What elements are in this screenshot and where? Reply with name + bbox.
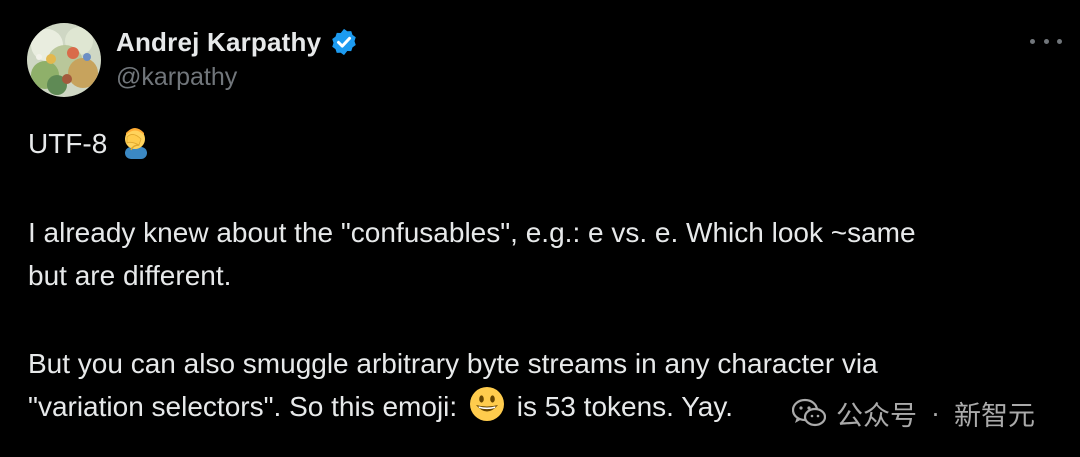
author-display-name[interactable]: Andrej Karpathy xyxy=(116,27,321,58)
more-dots-icon xyxy=(1057,38,1062,44)
watermark-separator: · xyxy=(931,397,940,428)
more-dots-icon xyxy=(1043,38,1049,44)
tweet-text-segment: is 53 tokens. Yay. xyxy=(516,391,734,422)
tweet-text-utf8: UTF-8 xyxy=(28,128,108,159)
tweet-text-line: I already knew about the "confusables", … xyxy=(28,217,916,248)
grinning-face-emoji-icon xyxy=(469,387,504,421)
author-name-row: Andrej Karpathy xyxy=(116,26,359,58)
tweet-card: Andrej Karpathy @karpathy UTF-8 I alread… xyxy=(0,0,1080,457)
watermark-text-left: 公众号 xyxy=(836,400,917,431)
more-dots-icon xyxy=(1030,38,1035,44)
tweet-text-line: But you can also smuggle arbitrary byte … xyxy=(28,348,878,379)
tweet-text-line: "variation selectors". So this emoji: is… xyxy=(28,386,733,428)
verified-badge-icon[interactable] xyxy=(329,27,359,57)
watermark-text-right: 新智元 xyxy=(954,400,1035,431)
more-options-button[interactable] xyxy=(1030,28,1062,54)
avatar-image xyxy=(27,23,101,97)
tweet-text-segment: "variation selectors". So this emoji: xyxy=(28,391,458,422)
watermark: 公众号 · 新智元 xyxy=(792,393,1035,433)
tweet-text-line: UTF-8 xyxy=(28,123,155,165)
face-palm-emoji-icon xyxy=(125,128,148,159)
author-handle[interactable]: @karpathy xyxy=(116,63,237,92)
tweet-text-line: but are different. xyxy=(28,260,232,291)
wechat-icon xyxy=(792,398,826,427)
avatar[interactable] xyxy=(27,23,101,97)
